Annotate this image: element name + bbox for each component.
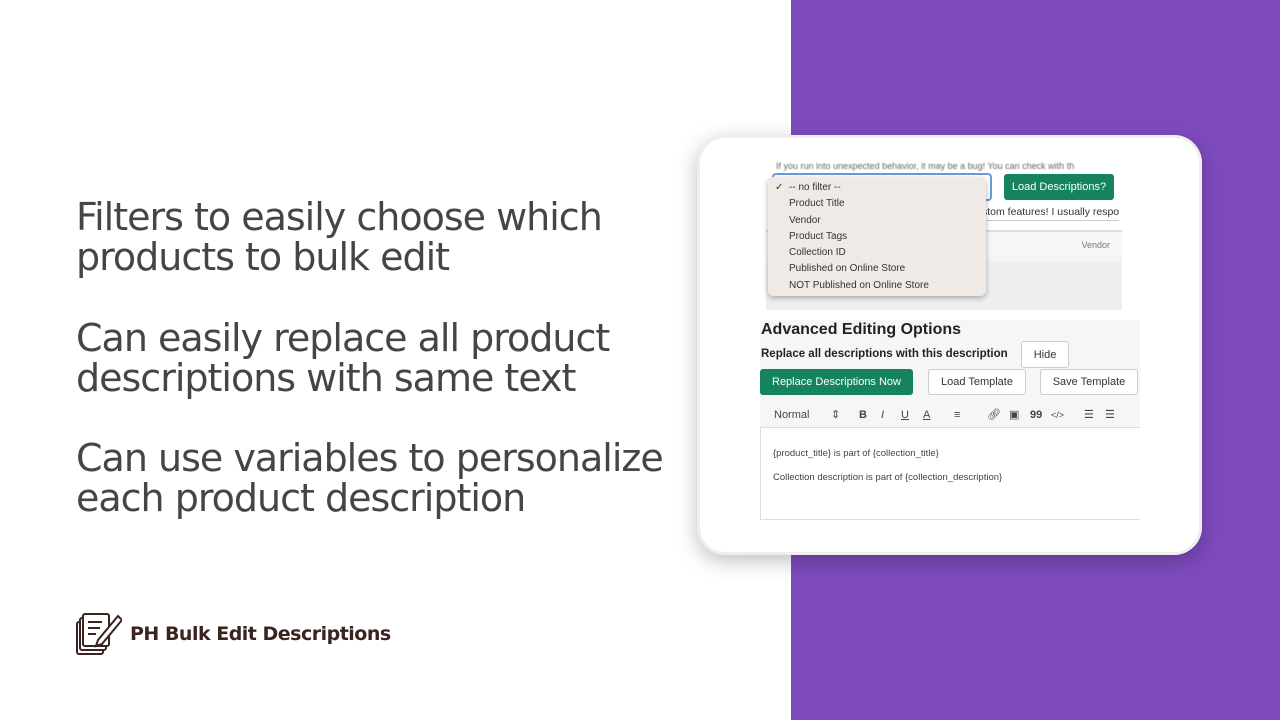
select-arrows-icon: ⇕ bbox=[831, 409, 841, 421]
editor-toolbar: Normal ⇕ B I U A ≡ 🔗︎ ▣ 99 </> ☰ ☰ bbox=[760, 402, 1140, 428]
hide-button[interactable]: Hide bbox=[1021, 341, 1069, 368]
load-template-button[interactable]: Load Template bbox=[928, 369, 1026, 395]
underline-icon[interactable]: U bbox=[901, 409, 909, 421]
menu-item[interactable]: Product Title bbox=[768, 196, 986, 212]
replace-label: Replace all descriptions with this descr… bbox=[761, 348, 1008, 360]
notepad-pencil-icon bbox=[76, 613, 122, 655]
feature-line: Can easily replace all product bbox=[76, 316, 610, 360]
feature-line: products to bulk edit bbox=[76, 235, 450, 279]
menu-item[interactable]: Published on Online Store bbox=[768, 261, 986, 277]
feature-replace: Can easily replace all product descriptio… bbox=[76, 316, 610, 400]
notice-text: If you run into unexpected behavior, it … bbox=[776, 161, 1075, 171]
italic-icon[interactable]: I bbox=[881, 409, 884, 421]
feature-line: descriptions with same text bbox=[76, 356, 576, 400]
feature-line: Can use variables to personalize bbox=[76, 436, 664, 480]
bullet-list-icon[interactable]: ☰ bbox=[1105, 408, 1115, 421]
app-screenshot: If you run into unexpected behavior, it … bbox=[760, 160, 1140, 520]
notice-text: stom features! I usually respo bbox=[982, 206, 1120, 221]
brand-name: PH Bulk Edit Descriptions bbox=[130, 623, 391, 645]
menu-item[interactable]: NOT Published on Online Store bbox=[768, 278, 986, 294]
feature-variables: Can use variables to personalize each pro… bbox=[76, 436, 664, 520]
filter-dropdown-menu: ✓ -- no filter -- Product Title Vendor Pr… bbox=[768, 177, 986, 296]
feature-line: Filters to easily choose which bbox=[76, 195, 603, 239]
advanced-title: Advanced Editing Options bbox=[761, 321, 962, 338]
menu-item[interactable]: Collection ID bbox=[768, 245, 986, 261]
feature-line: each product description bbox=[76, 476, 526, 520]
replace-descriptions-button[interactable]: Replace Descriptions Now bbox=[760, 369, 913, 395]
menu-item[interactable]: ✓ -- no filter -- bbox=[768, 180, 986, 196]
description-editor[interactable]: {product_title} is part of {collection_t… bbox=[760, 428, 1140, 520]
format-select[interactable]: Normal bbox=[774, 409, 809, 421]
save-template-button[interactable]: Save Template bbox=[1040, 369, 1138, 395]
bold-icon[interactable]: B bbox=[859, 409, 867, 421]
editor-line: Collection description is part of {colle… bbox=[773, 472, 1003, 483]
column-header-vendor: Vendor bbox=[1081, 240, 1110, 250]
checkmark-icon: ✓ bbox=[775, 182, 784, 193]
menu-item[interactable]: Vendor bbox=[768, 213, 986, 229]
feature-filters: Filters to easily choose which products t… bbox=[76, 195, 603, 279]
blockquote-icon[interactable]: 99 bbox=[1030, 409, 1042, 421]
menu-item[interactable]: Product Tags bbox=[768, 229, 986, 245]
image-icon[interactable]: ▣ bbox=[1009, 408, 1019, 421]
text-color-icon[interactable]: A bbox=[923, 409, 930, 421]
brand-logo: PH Bulk Edit Descriptions bbox=[74, 610, 391, 658]
align-icon[interactable]: ≡ bbox=[954, 409, 960, 421]
editor-line: {product_title} is part of {collection_t… bbox=[773, 448, 939, 459]
load-descriptions-button[interactable]: Load Descriptions? bbox=[1004, 174, 1114, 200]
code-icon[interactable]: </> bbox=[1051, 410, 1064, 420]
link-icon[interactable]: 🔗︎ bbox=[987, 408, 1001, 421]
ordered-list-icon[interactable]: ☰ bbox=[1084, 408, 1094, 421]
